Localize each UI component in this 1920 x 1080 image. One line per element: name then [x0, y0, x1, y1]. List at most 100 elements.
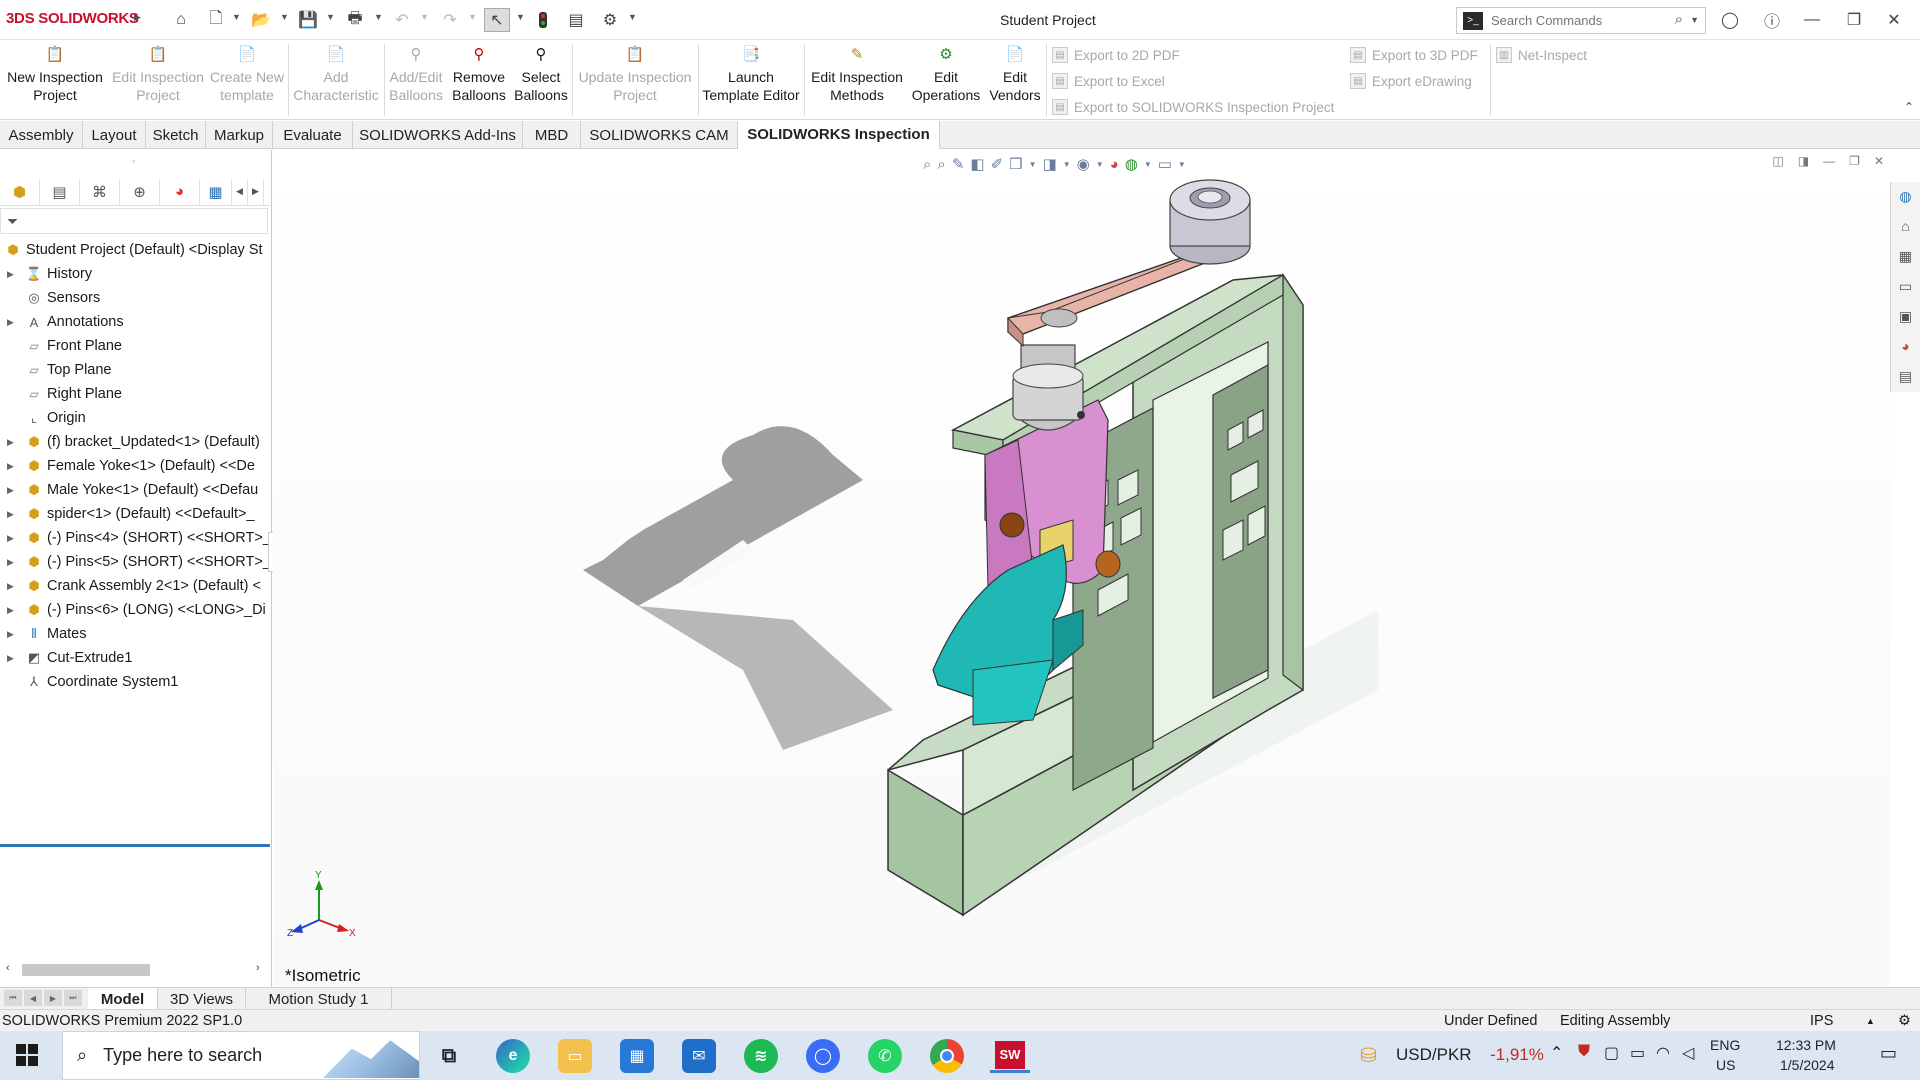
next-tab-icon[interactable]: ▶: [44, 990, 62, 1006]
tree-item[interactable]: ▶ ⬢ spider<1> (Default) <<Default>_: [0, 502, 272, 526]
tab-motion-study[interactable]: Motion Study 1: [246, 988, 392, 1010]
export-2d-pdf-button[interactable]: ▤ Export to 2D PDF: [1052, 44, 1180, 66]
dimxpert-manager-tab-icon[interactable]: ⊕: [120, 178, 160, 205]
ticker-change[interactable]: -1,91%: [1490, 1045, 1544, 1065]
windows-start-icon[interactable]: [16, 1044, 38, 1066]
tree-item[interactable]: ▶ ⬢ Male Yoke<1> (Default) <<Defau: [0, 478, 272, 502]
taskbar-search[interactable]: ⌕ Type here to search: [62, 1031, 420, 1080]
tree-root[interactable]: ⬢ Student Project (Default) <Display St: [0, 238, 272, 262]
tree-filter[interactable]: ⏷: [0, 208, 268, 234]
undo-icon[interactable]: ↶: [390, 8, 414, 32]
tree-item[interactable]: ▶ ⌛ History: [0, 262, 272, 286]
tree-item[interactable]: ▶ A Annotations: [0, 310, 272, 334]
new-document-icon[interactable]: 🗋: [204, 8, 228, 32]
display-manager-tab-icon[interactable]: ◕: [160, 178, 200, 205]
tree-item[interactable]: ▶ ⬢ (f) bracket_Updated<1> (Default): [0, 430, 272, 454]
currency-ticker-icon[interactable]: ⛁: [1360, 1043, 1377, 1068]
tree-item[interactable]: ▶ ⦀ Mates: [0, 622, 272, 646]
customize-status-icon[interactable]: ⚙: [1898, 1013, 1911, 1029]
expand-arrow-icon[interactable]: ▶: [7, 533, 19, 544]
spotify-icon[interactable]: ≋: [744, 1039, 778, 1073]
new-inspection-project-button[interactable]: 📋 New Inspection Project: [4, 44, 106, 114]
units-dropdown-icon[interactable]: ▲: [1866, 1016, 1875, 1026]
select-balloons-button[interactable]: ⚲ Select Balloons: [512, 44, 570, 114]
search-dropdown-icon[interactable]: ▼: [1690, 15, 1699, 25]
open-icon[interactable]: 📂: [248, 8, 274, 32]
options-gear-icon[interactable]: ⚙: [598, 8, 622, 32]
save-dropdown-icon[interactable]: ▼: [326, 12, 335, 22]
notifications-icon[interactable]: ▭: [1880, 1043, 1897, 1064]
tree-item[interactable]: ▱ Top Plane: [0, 358, 272, 382]
search-commands-box[interactable]: >_ ⌕ ▼: [1456, 7, 1706, 34]
menu-expand-icon[interactable]: ▶: [134, 12, 141, 23]
expand-arrow-icon[interactable]: ▶: [7, 557, 19, 568]
print-icon[interactable]: 🖶: [342, 8, 368, 32]
select-cursor-icon[interactable]: ↖: [484, 8, 510, 32]
tab-assembly[interactable]: Assembly: [0, 121, 83, 149]
export-excel-button[interactable]: ▤ Export to Excel: [1052, 70, 1165, 92]
custom-properties-icon[interactable]: ▤: [1894, 364, 1918, 388]
file-properties-icon[interactable]: ▤: [564, 8, 588, 32]
file-explorer-icon[interactable]: ▭: [558, 1039, 592, 1073]
add-characteristic-button[interactable]: 📄 Add Characteristic: [290, 44, 382, 114]
property-manager-tab-icon[interactable]: ▤: [40, 178, 80, 205]
prev-tab-icon[interactable]: ◀: [24, 990, 42, 1006]
volume-icon[interactable]: ◁: [1682, 1043, 1694, 1063]
print-dropdown-icon[interactable]: ▼: [374, 12, 383, 22]
rebuild-icon[interactable]: [532, 8, 554, 32]
expand-arrow-icon[interactable]: ▶: [7, 461, 19, 472]
signal-icon[interactable]: ◯: [806, 1039, 840, 1073]
tabs-scroll-right-icon[interactable]: ▶: [248, 178, 264, 205]
graphics-area[interactable]: ⌕ ⌕ ✎ ◧ ✐ ❒ ▼ ◨ ▼ ◉ ▼ ◕ ◍ ▼ ▭ ▼ ◫ ◨ — ❐ …: [273, 150, 1890, 987]
add-edit-balloons-button[interactable]: ⚲ Add/Edit Balloons: [386, 44, 446, 114]
expand-arrow-icon[interactable]: ▶: [7, 485, 19, 496]
language-code[interactable]: ENG: [1710, 1037, 1740, 1053]
tree-item[interactable]: ◎ Sensors: [0, 286, 272, 310]
appearances-icon[interactable]: ◕: [1894, 334, 1918, 358]
launch-template-editor-button[interactable]: 📑 Launch Template Editor: [700, 44, 802, 114]
remove-balloons-button[interactable]: ⚲ Remove Balloons: [448, 44, 510, 114]
file-explorer-icon[interactable]: ▭: [1894, 274, 1918, 298]
expand-arrow-icon[interactable]: ▶: [7, 437, 19, 448]
tab-solidworks-cam[interactable]: SOLIDWORKS CAM: [581, 121, 738, 149]
close-window-icon[interactable]: ✕: [1882, 8, 1906, 32]
scroll-right-icon[interactable]: ›: [256, 962, 260, 974]
search-icon[interactable]: ⌕: [1675, 11, 1683, 28]
update-inspection-project-button[interactable]: 📋 Update Inspection Project: [574, 44, 696, 114]
search-scope-icon[interactable]: >_: [1463, 11, 1483, 30]
ticker-name[interactable]: USD/PKR: [1396, 1045, 1472, 1065]
tab-3d-views[interactable]: 3D Views: [158, 988, 246, 1010]
microsoft-store-icon[interactable]: ▦: [620, 1039, 654, 1073]
tree-item[interactable]: ⅄ Coordinate System1: [0, 670, 272, 694]
tree-item[interactable]: ▶ ⬢ (-) Pins<5> (SHORT) <<SHORT>_: [0, 550, 272, 574]
clock-time[interactable]: 12:33 PM: [1776, 1037, 1836, 1053]
select-dropdown-icon[interactable]: ▼: [516, 12, 525, 22]
new-dropdown-icon[interactable]: ▼: [232, 12, 241, 22]
language-region[interactable]: US: [1716, 1057, 1735, 1073]
solidworks-taskbar-icon[interactable]: SW: [990, 1039, 1030, 1073]
edit-inspection-methods-button[interactable]: ✎ Edit Inspection Methods: [806, 44, 908, 114]
search-commands-input[interactable]: [1491, 13, 1661, 28]
expand-arrow-icon[interactable]: ▶: [7, 581, 19, 592]
expand-arrow-icon[interactable]: ▶: [7, 605, 19, 616]
tabs-scroll-left-icon[interactable]: ◀: [232, 178, 248, 205]
edit-inspection-project-button[interactable]: 📋 Edit Inspection Project: [108, 44, 208, 114]
assembly-model-render[interactable]: [273, 150, 1890, 987]
tab-evaluate[interactable]: Evaluate: [273, 121, 353, 149]
last-tab-icon[interactable]: ⏭: [64, 990, 82, 1006]
scroll-thumb[interactable]: [22, 964, 150, 976]
whatsapp-icon[interactable]: ✆: [868, 1039, 902, 1073]
filter-icon[interactable]: ⏷: [7, 213, 18, 230]
tree-item[interactable]: ▶ ⬢ (-) Pins<4> (SHORT) <<SHORT>_: [0, 526, 272, 550]
expand-arrow-icon[interactable]: ▶: [7, 629, 19, 640]
restore-window-icon[interactable]: ❐: [1842, 8, 1866, 32]
design-library-icon[interactable]: ▦: [1894, 244, 1918, 268]
tab-markup[interactable]: Markup: [206, 121, 273, 149]
tab-layout[interactable]: Layout: [83, 121, 146, 149]
tree-item[interactable]: ▱ Right Plane: [0, 382, 272, 406]
tab-model[interactable]: Model: [88, 988, 158, 1010]
home-task-icon[interactable]: ⌂: [1894, 214, 1918, 238]
collapse-ribbon-icon[interactable]: ⌃: [1904, 100, 1914, 114]
export-3d-pdf-button[interactable]: ▤ Export to 3D PDF: [1350, 44, 1478, 66]
view-palette-icon[interactable]: ▣: [1894, 304, 1918, 328]
